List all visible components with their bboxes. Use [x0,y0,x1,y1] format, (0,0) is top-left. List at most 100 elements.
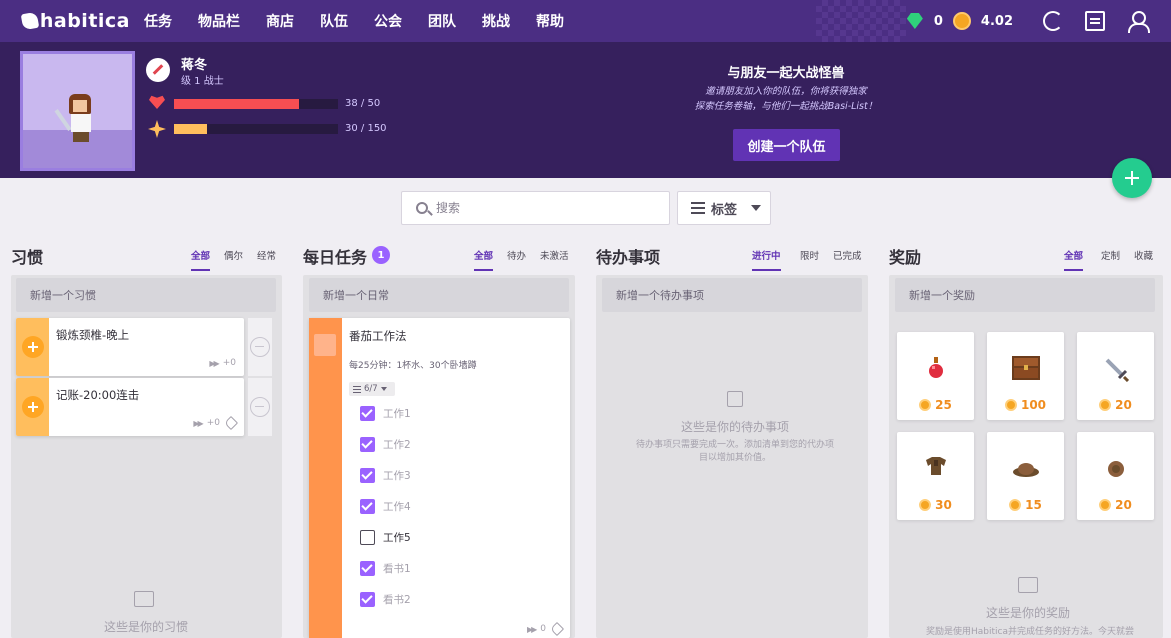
minus-icon[interactable] [248,378,272,436]
pixel-decoration [815,0,906,42]
tags-filter-button[interactable]: 标签 [677,191,771,225]
habits-tab-weak[interactable]: 偶尔 [224,248,243,269]
nav-item-shops[interactable]: 商店 [266,11,294,31]
rewards-tab-wishlist[interactable]: 收藏 [1134,248,1153,269]
checkbox-checked-icon[interactable] [360,406,375,421]
daily-card[interactable]: 番茄工作法 每25分钟：1杯水、30个卧墙蹲 6/7 工作1 工作2 工作3 工作4 工… [309,318,570,638]
reward-item[interactable]: 20 [1077,332,1154,420]
dailies-tab-all[interactable]: 全部 [474,248,494,271]
logo[interactable]: habitica [20,10,130,32]
gem-count: 0 [933,13,943,29]
party-promo-line-2: 探索任务卷轴，与他们一起挑战Basi-List！ [694,101,878,112]
checkbox-unchecked-icon[interactable] [360,530,375,545]
daily-checkbox[interactable] [314,334,336,356]
nav-item-tasks[interactable]: 任务 [144,11,172,31]
add-reward-input[interactable]: 新增一个奖励 [895,278,1155,312]
user-level: 级 1 战士 [181,76,224,87]
checkbox-checked-icon[interactable] [360,468,375,483]
habits-tab-strong[interactable]: 经常 [257,248,276,269]
checklist-item[interactable]: 工作4 [360,499,411,514]
create-party-button[interactable]: 创建一个队伍 [733,129,840,161]
notifications-icon[interactable] [1085,11,1105,31]
gem-icon [906,13,924,29]
add-habit-input[interactable]: 新增一个习惯 [16,278,276,312]
gryphon-logo-icon [20,10,34,32]
reward-item[interactable]: 20 [1077,432,1154,520]
checklist-toggle[interactable]: 6/7 [349,382,395,396]
health-heart-icon [149,95,165,109]
gold-coin-icon [919,399,932,411]
checkbox-checked-icon[interactable] [360,437,375,452]
todos-title: 待办事项 [596,248,661,267]
reward-cost-value: 20 [1115,498,1132,512]
add-daily-input[interactable]: 新增一个日常 [309,278,569,312]
plus-icon[interactable] [22,396,44,418]
dailies-tab-due[interactable]: 待办 [507,248,526,269]
daily-meta: ▶▶ 0 [526,621,565,637]
nav-item-challenges[interactable]: 挑战 [482,11,510,31]
nav-item-help[interactable]: 帮助 [536,11,564,31]
nav-item-guilds[interactable]: 公会 [374,11,402,31]
reward-cost-value: 30 [935,498,952,512]
logo-text: habitica [39,10,130,32]
sync-icon[interactable] [1043,11,1063,31]
checklist-item[interactable]: 看书2 [360,592,411,607]
todos-tab-dated[interactable]: 限时 [800,248,819,269]
checklist-item[interactable]: 工作1 [360,406,411,421]
search-box[interactable] [401,191,670,225]
checkbox-checked-icon[interactable] [360,499,375,514]
nav-item-groups[interactable]: 团队 [428,11,456,31]
habits-tab-all[interactable]: 全部 [191,248,211,271]
nav-item-inventory[interactable]: 物品栏 [198,11,240,31]
checklist-item-text: 看书1 [383,563,411,575]
search-input[interactable] [436,201,656,215]
add-todo-input[interactable]: 新增一个待办事项 [602,278,862,312]
checklist-item[interactable]: 工作2 [360,437,411,452]
streak-icon: ▶▶ [526,624,537,634]
daily-notes: 每25分钟：1杯水、30个卧墙蹲 [349,361,477,371]
checklist-item[interactable]: 看书1 [360,561,411,576]
habit-card[interactable]: 记账-20:00连击 ▶▶ +0 [16,378,244,436]
filter-icon [691,202,705,214]
dailies-title: 每日任务 [303,248,368,267]
health-bar [174,99,338,109]
reward-cost-value: 100 [1020,398,1047,412]
avatar[interactable] [20,51,135,171]
todos-tab-active[interactable]: 进行中 [752,248,781,271]
party-promo-title: 与朋友一起大战怪兽 [727,66,845,81]
reward-cost: 30 [897,498,974,512]
reward-item[interactable]: 25 [897,332,974,420]
todos-tab-completed[interactable]: 已完成 [833,248,862,269]
tags-label: 标签 [711,202,738,218]
checkbox-checked-icon[interactable] [360,561,375,576]
todos-empty-description: 待办事项只需要完成一次。添加清单到您的代办项 目以增加其价值。 [612,439,858,465]
habit-meta: ▶▶ +0 [209,358,236,368]
party-promo-line-1: 邀请朋友加入你的队伍，你将获得独家 [705,86,867,97]
habit-card[interactable]: 锻炼颈椎-晚上 ▶▶ +0 [16,318,244,376]
checklist-item[interactable]: 工作3 [360,468,411,483]
nav-item-party[interactable]: 队伍 [320,11,348,31]
header-banner: 蒋冬 级 1 战士 38 / 50 30 / 150 与朋友一起大战怪兽 邀请朋… [0,42,1171,178]
user-menu-icon[interactable] [1127,11,1150,33]
plus-icon[interactable] [22,336,44,358]
checklist-count: 6/7 [364,384,378,394]
reward-item[interactable]: 30 [897,432,974,520]
daily-streak: 0 [540,624,546,634]
reward-item[interactable]: 15 [987,432,1064,520]
tag-icon [223,415,239,431]
checklist-item[interactable]: 工作5 [360,530,411,545]
tag-icon [549,621,565,637]
experience-star-icon [148,120,166,138]
rewards-tab-all[interactable]: 全部 [1064,248,1084,271]
reward-item[interactable]: 100 [987,332,1064,420]
checklist-item-text: 看书2 [383,594,411,606]
rewards-tab-custom[interactable]: 定制 [1101,248,1120,269]
dailies-tab-inactive[interactable]: 未激活 [540,248,569,269]
habits-empty-title: 这些是你的习惯 [103,620,188,634]
minus-icon[interactable] [248,318,272,376]
rewards-title: 奖励 [889,248,922,267]
gold-coin-icon [1099,399,1112,411]
gold-coin-icon [952,12,971,30]
checkbox-checked-icon[interactable] [360,592,375,607]
add-task-button[interactable] [1112,158,1152,198]
